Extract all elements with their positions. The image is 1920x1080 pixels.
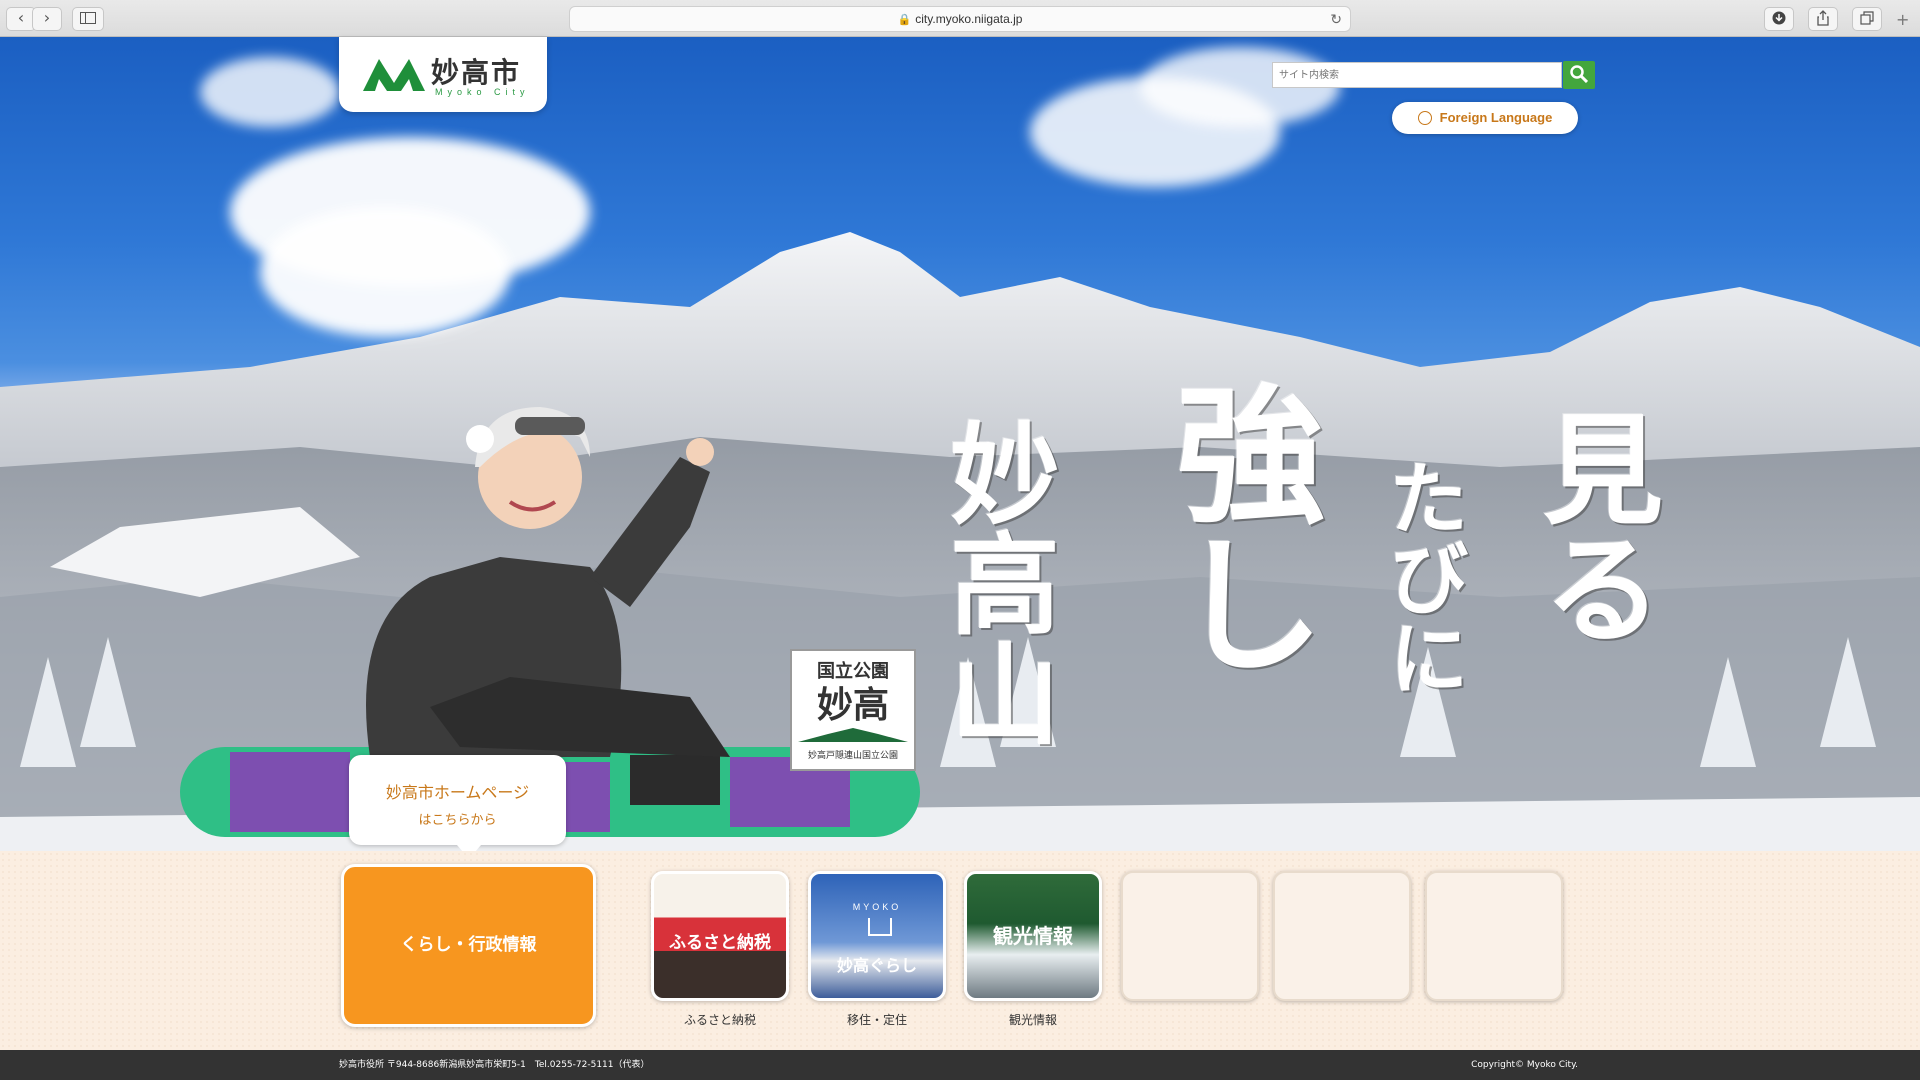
tabs-button[interactable] xyxy=(1852,7,1882,31)
foreign-language-label: Foreign Language xyxy=(1439,110,1553,125)
footer-copyright: Copyright© Myoko City. xyxy=(1471,1060,1578,1070)
empty-tile xyxy=(1121,871,1259,1001)
calligraphy-text: 妙高山 xyxy=(931,417,1060,747)
national-park-badge: 国立公園 妙高 妙高戸隠連山国立公園 xyxy=(790,649,916,771)
cloud-decoration xyxy=(260,207,510,337)
tree-decoration xyxy=(80,637,136,747)
chevron-right-icon: › xyxy=(43,8,51,27)
share-button[interactable] xyxy=(1808,7,1838,31)
foreign-language-button[interactable]: Foreign Language xyxy=(1392,102,1578,134)
hero-banner: 見る たびに 強し 妙高山 xyxy=(0,37,1920,851)
badge-top-text: 国立公園 xyxy=(817,661,889,682)
site-logo[interactable]: 妙高市 Myoko City xyxy=(339,37,547,112)
globe-icon xyxy=(1417,111,1432,125)
calligraphy-text: 強し xyxy=(1150,377,1326,677)
bubble-line-1: 妙高市ホームページ xyxy=(385,783,530,802)
site-footer: 妙高市役所 〒944-8686新潟県妙高市栄町5-1 Tel.0255-72-5… xyxy=(0,1050,1920,1080)
url-text: city.myoko.niigata.jp xyxy=(915,12,1023,26)
tourism-tile[interactable]: 観光情報 xyxy=(964,871,1102,1001)
search-icon xyxy=(1570,64,1589,83)
tile-overlay-text: 妙高ぐらし xyxy=(836,956,917,975)
empty-tile xyxy=(1425,871,1563,1001)
tile-caption[interactable]: 観光情報 xyxy=(964,1011,1102,1028)
tile-overlay-text: 観光情報 xyxy=(993,924,1073,948)
tile-caption[interactable]: 移住・定住 xyxy=(808,1011,946,1028)
tile-small-text: MYOKO xyxy=(852,902,902,912)
badge-main-text: 妙高 xyxy=(816,684,889,726)
hometown-tax-tile[interactable]: ふるさと納税 xyxy=(651,871,789,1001)
calligraphy-text: たびに xyxy=(1376,457,1470,697)
reload-icon[interactable]: ↻ xyxy=(1330,7,1342,31)
mountain-logo-icon xyxy=(363,59,425,91)
house-icon xyxy=(868,918,892,936)
tree-decoration xyxy=(1700,657,1756,767)
tree-decoration xyxy=(20,657,76,767)
migration-tile[interactable]: MYOKO 妙高ぐらし xyxy=(808,871,946,1001)
tree-decoration xyxy=(1820,637,1876,747)
download-icon xyxy=(1772,11,1786,25)
logo-subtitle: Myoko City xyxy=(435,87,530,97)
empty-tile xyxy=(1273,871,1411,1001)
tile-overlay-text: ふるさと納税 xyxy=(669,933,771,953)
new-tab-icon[interactable]: + xyxy=(1896,10,1909,29)
tabs-icon xyxy=(1860,11,1874,25)
bubble-line-2: はこちらから xyxy=(418,813,497,828)
chevron-left-icon: ‹ xyxy=(17,8,25,27)
living-administration-tile[interactable]: くらし・行政情報 xyxy=(341,864,596,1027)
downloads-button[interactable] xyxy=(1764,7,1794,31)
search-button[interactable] xyxy=(1563,61,1595,89)
forward-button[interactable]: › xyxy=(32,7,62,31)
footer-address: 妙高市役所 〒944-8686新潟県妙高市栄町5-1 Tel.0255-72-5… xyxy=(339,1060,650,1070)
badge-mountain-icon xyxy=(798,728,908,742)
browser-toolbar: ‹ › 🔒 city.myoko.niigata.jp ↻ + xyxy=(0,0,1920,37)
sidebar-icon xyxy=(80,12,96,24)
lock-icon: 🔒 xyxy=(897,14,912,26)
tile-caption[interactable]: ふるさと納税 xyxy=(651,1011,789,1028)
badge-bottom-text: 妙高戸隠連山国立公園 xyxy=(807,751,898,761)
link-tiles-section xyxy=(0,851,1920,1050)
cloud-decoration xyxy=(200,57,340,127)
search-input[interactable] xyxy=(1272,62,1562,88)
address-bar[interactable]: 🔒 city.myoko.niigata.jp ↻ xyxy=(569,6,1351,32)
main-tile-label: くらし・行政情報 xyxy=(400,935,537,955)
sidebar-toggle-button[interactable] xyxy=(72,7,104,31)
homepage-bubble[interactable]: 妙高市ホームページ はこちらから xyxy=(349,755,566,859)
calligraphy-text: 見る xyxy=(1522,407,1663,647)
share-icon xyxy=(1817,10,1829,26)
logo-text: 妙高市 xyxy=(431,56,522,89)
